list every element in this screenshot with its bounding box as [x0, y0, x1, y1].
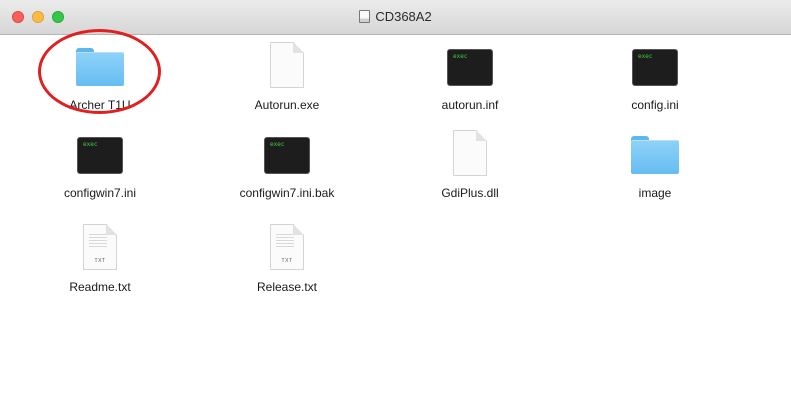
folder-icon: [70, 40, 130, 96]
file-item-autorun-inf[interactable]: exec autorun.inf: [385, 40, 555, 113]
file-name: Archer T1U: [69, 98, 131, 112]
document-icon: [440, 128, 500, 184]
text-document-icon: TXT: [70, 222, 130, 278]
file-grid: Archer T1U Autorun.exe exec autorun.inf …: [0, 35, 791, 416]
file-item-config-ini[interactable]: exec config.ini: [570, 40, 740, 113]
file-name: configwin7.ini.bak: [239, 186, 335, 200]
file-name: Readme.txt: [69, 280, 131, 294]
title-bar[interactable]: CD368A2: [0, 0, 791, 35]
file-name: GdiPlus.dll: [441, 186, 499, 200]
file-item-gdiplus-dll[interactable]: GdiPlus.dll: [385, 128, 555, 201]
file-item-configwin7-ini-bak[interactable]: exec configwin7.ini.bak: [202, 128, 372, 201]
file-name: Release.txt: [256, 280, 318, 294]
file-name: autorun.inf: [441, 98, 499, 112]
exec-terminal-icon: exec: [625, 40, 685, 96]
exec-terminal-icon: exec: [440, 40, 500, 96]
file-name: config.ini: [631, 98, 679, 112]
file-item-release-txt[interactable]: TXT Release.txt: [202, 222, 372, 295]
window-title-text: CD368A2: [375, 9, 432, 24]
folder-icon: [625, 128, 685, 184]
window-title: CD368A2: [0, 8, 791, 26]
file-name: image: [638, 186, 672, 200]
file-name: Autorun.exe: [254, 98, 320, 112]
file-name: configwin7.ini: [63, 186, 137, 200]
document-icon: [257, 40, 317, 96]
file-item-autorun-exe[interactable]: Autorun.exe: [202, 40, 372, 113]
file-item-readme-txt[interactable]: TXT Readme.txt: [15, 222, 185, 295]
file-item-archer-t1u[interactable]: Archer T1U: [15, 40, 185, 113]
disk-icon: [359, 10, 371, 23]
file-item-configwin7-ini[interactable]: exec configwin7.ini: [15, 128, 185, 201]
exec-terminal-icon: exec: [257, 128, 317, 184]
file-item-image[interactable]: image: [570, 128, 740, 201]
text-document-icon: TXT: [257, 222, 317, 278]
exec-terminal-icon: exec: [70, 128, 130, 184]
